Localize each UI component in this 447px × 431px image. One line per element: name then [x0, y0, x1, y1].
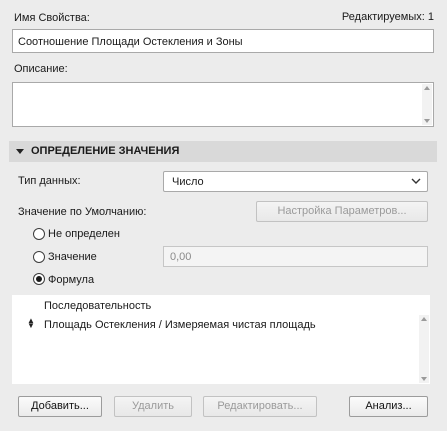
sequence-list[interactable]: Последовательность ▲ ▼ Площадь Остекления…: [12, 295, 430, 384]
description-field[interactable]: [12, 82, 434, 127]
radio-formula[interactable]: [33, 273, 45, 285]
default-value-label: Значение по Умолчанию:: [18, 206, 147, 218]
description-scrollbar[interactable]: [422, 84, 432, 125]
chevron-down-icon: [411, 178, 421, 184]
parameter-settings-button[interactable]: Настройка Параметров...: [256, 201, 428, 222]
section-title: ОПРЕДЕЛЕНИЕ ЗНАЧЕНИЯ: [31, 145, 180, 157]
editable-count: Редактируемых: 1: [341, 11, 434, 23]
edit-button[interactable]: Редактировать...: [203, 396, 317, 417]
radio-undefined[interactable]: [33, 228, 45, 240]
radio-value-label[interactable]: Значение: [48, 250, 97, 264]
radio-formula-label[interactable]: Формула: [48, 273, 94, 287]
value-definition-section[interactable]: ОПРЕДЕЛЕНИЕ ЗНАЧЕНИЯ: [9, 141, 437, 162]
analysis-button[interactable]: Анализ...: [349, 396, 428, 417]
value-field[interactable]: 0,00: [163, 246, 428, 267]
sequence-row-text: Площадь Остекления / Измеряемая чистая п…: [44, 319, 316, 331]
data-type-select[interactable]: Число: [163, 171, 428, 192]
property-name-field[interactable]: Соотношение Площади Остекления и Зоны: [12, 29, 434, 53]
property-name-value: Соотношение Площади Остекления и Зоны: [18, 36, 243, 48]
data-type-value: Число: [172, 176, 204, 188]
value-field-text: 0,00: [170, 251, 192, 263]
property-name-label: Имя Свойства:: [14, 12, 90, 24]
list-item[interactable]: ▲ ▼ Площадь Остекления / Измеряемая чиста…: [12, 315, 416, 333]
add-button[interactable]: Добавить...: [18, 396, 102, 417]
scroll-down-icon[interactable]: [424, 119, 430, 123]
scroll-down-icon[interactable]: [421, 377, 427, 381]
sequence-header: Последовательность: [44, 300, 152, 312]
drag-handle-icon[interactable]: ▲ ▼: [27, 317, 35, 330]
data-type-label: Тип данных:: [18, 175, 81, 187]
radio-value[interactable]: [33, 251, 45, 263]
scroll-up-icon[interactable]: [421, 317, 427, 321]
sequence-scrollbar[interactable]: [419, 315, 429, 383]
scroll-up-icon[interactable]: [424, 86, 430, 90]
delete-button[interactable]: Удалить: [114, 396, 192, 417]
collapse-triangle-icon[interactable]: [16, 149, 24, 154]
radio-undefined-label[interactable]: Не определен: [48, 227, 120, 241]
description-label: Описание:: [14, 63, 68, 75]
